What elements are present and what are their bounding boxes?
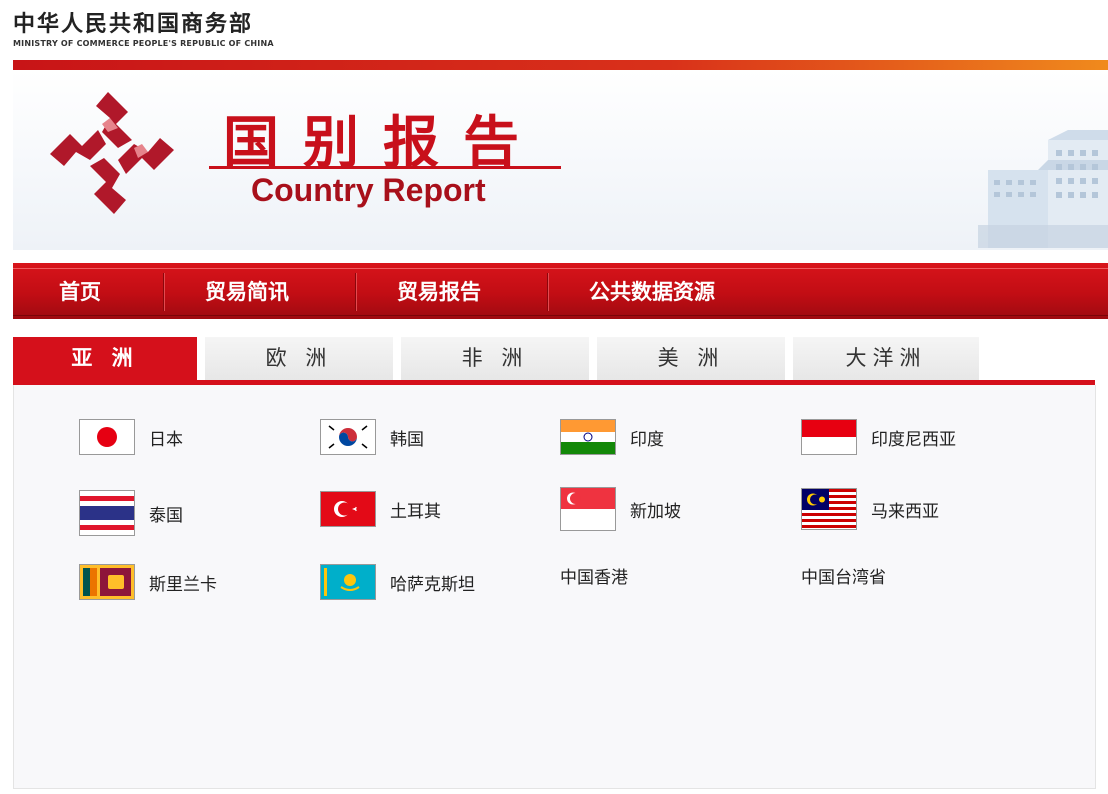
singapore-flag-icon [560,487,616,531]
tab-oceania[interactable]: 大洋洲 [793,337,979,380]
country-name: 韩国 [390,429,424,450]
country-link-singapore[interactable]: 新加坡 [560,487,681,531]
country-panel: 日本 韩国 印度 印度尼西亚 泰国 土耳其 新加坡 马来西亚 斯里兰卡 哈萨克斯… [13,385,1096,789]
nav-separator [163,273,165,311]
nav-trade-reports[interactable]: 贸易报告 [397,269,481,315]
malaysia-flag-icon [801,488,857,530]
building-illustration-icon [978,130,1108,248]
country-link-turkey[interactable]: 土耳其 [320,489,441,529]
tab-americas[interactable]: 美 洲 [597,337,785,380]
turkey-flag-icon [320,491,376,527]
japan-flag-icon [79,419,135,455]
nav-trade-news[interactable]: 贸易简讯 [205,269,289,315]
ministry-name-cn: 中华人民共和国商务部 [13,12,254,37]
country-name: 土耳其 [390,501,441,522]
banner: 国别报告 Country Report [13,70,1108,250]
country-name: 斯里兰卡 [149,574,217,595]
tab-africa[interactable]: 非 洲 [401,337,589,380]
main-nav: 首页 贸易简讯 贸易报告 公共数据资源 [13,263,1108,319]
country-link-india[interactable]: 印度 [560,417,664,457]
country-name: 中国台湾省 [801,567,886,588]
continent-tabs: 亚 洲 欧 洲 非 洲 美 洲 大洋洲 [13,337,1095,385]
banner-title-en: Country Report [251,172,486,208]
site-header: 中华人民共和国商务部 MINISTRY OF COMMERCE PEOPLE'S… [0,0,1108,60]
south-korea-flag-icon [320,419,376,455]
country-name: 日本 [149,429,183,450]
header-divider [13,60,1108,70]
country-name: 印度 [630,429,664,450]
country-link-sri-lanka[interactable]: 斯里兰卡 [79,562,217,602]
mofcom-logo-icon [50,92,174,214]
country-name: 马来西亚 [871,501,939,522]
country-link-taiwan[interactable]: 中国台湾省 [801,555,886,595]
ministry-name-en: MINISTRY OF COMMERCE PEOPLE'S REPUBLIC O… [13,39,274,48]
sri-lanka-flag-icon [79,564,135,600]
country-link-japan[interactable]: 日本 [79,417,183,457]
banner-title-rule [209,166,561,169]
country-link-thailand[interactable]: 泰国 [79,490,183,536]
country-name: 哈萨克斯坦 [390,574,475,595]
thailand-flag-icon [79,490,135,536]
nav-separator [547,273,549,311]
country-link-south-korea[interactable]: 韩国 [320,417,424,457]
indonesia-flag-icon [801,419,857,455]
country-name: 印度尼西亚 [871,429,956,450]
country-link-malaysia[interactable]: 马来西亚 [801,488,939,530]
country-name: 新加坡 [630,501,681,522]
country-link-indonesia[interactable]: 印度尼西亚 [801,417,956,457]
tab-europe[interactable]: 欧 洲 [205,337,393,380]
nav-public-data[interactable]: 公共数据资源 [589,269,715,315]
country-name: 泰国 [149,505,183,526]
kazakhstan-flag-icon [320,564,376,600]
tab-asia[interactable]: 亚 洲 [13,337,197,380]
india-flag-icon [560,419,616,455]
country-link-kazakhstan[interactable]: 哈萨克斯坦 [320,562,475,602]
nav-home[interactable]: 首页 [59,269,101,315]
country-link-hong-kong[interactable]: 中国香港 [560,555,628,595]
nav-separator [355,273,357,311]
country-name: 中国香港 [560,567,628,588]
